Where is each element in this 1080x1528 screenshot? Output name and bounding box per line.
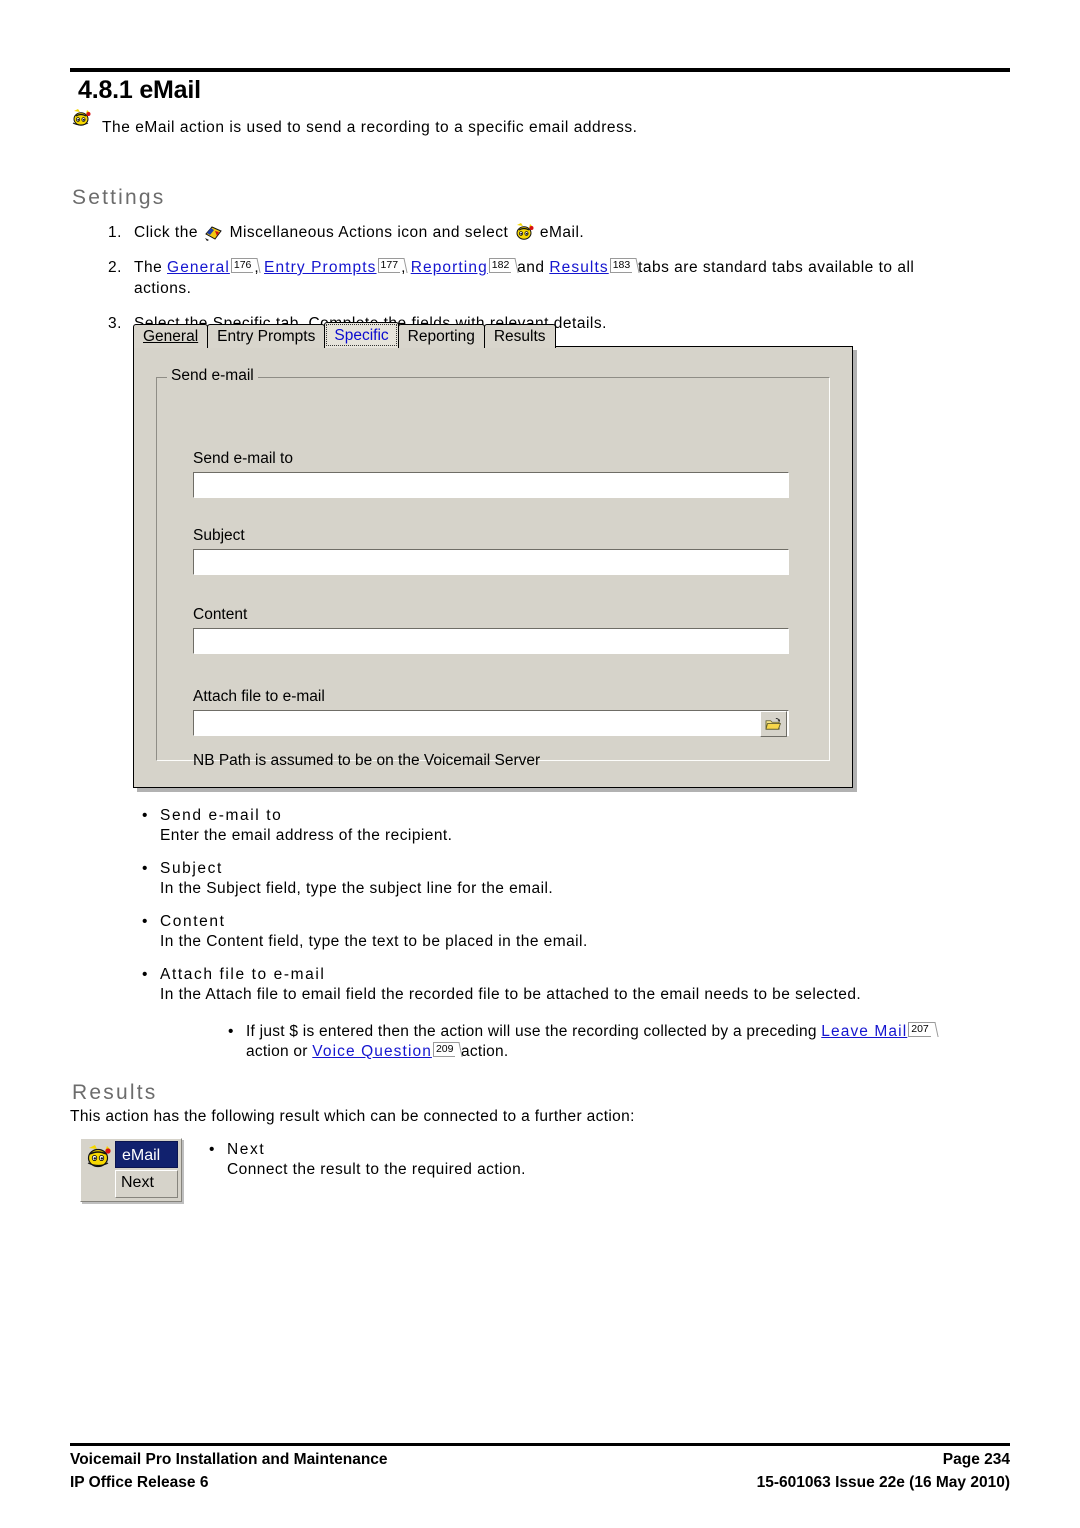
step-1: 1. Click the Miscellaneous Actions icon … [108,222,1008,243]
step-1-pre: Click the [134,224,198,241]
send-email-groupbox: Send e-mail Send e-mail to Subject Conte… [156,367,830,769]
open-folder-icon[interactable] [760,711,787,737]
link-leave-mail[interactable]: Leave Mail [821,1023,907,1040]
link-entry-prompts[interactable]: Entry Prompts [264,259,377,276]
link-voice-question[interactable]: Voice Question [312,1043,432,1060]
bee-email-icon [70,108,92,128]
bullet-next-term: Next [227,1141,266,1158]
pageref-entry-prompts: 177 [377,258,401,273]
bullet-content-term: Content [160,913,226,930]
bullet-dot: • [209,1141,215,1158]
link-results[interactable]: Results [549,259,608,276]
bullet-attach-file-term: Attach file to e-mail [160,966,326,983]
tab-results[interactable]: Results [483,324,556,348]
dialog-tabstrip: General Entry Prompts Specific Reporting… [133,322,556,348]
link-reporting[interactable]: Reporting [411,259,488,276]
pageref-results: 183 [609,258,633,273]
results-bullet-list: • Next Connect the result to the require… [207,1140,807,1193]
bee-email-icon [84,1143,114,1171]
intro-text: The eMail action is used to send a recor… [102,119,638,136]
bee-email-icon [513,222,535,242]
bullet-dot: • [142,913,148,930]
attach-file-input[interactable] [193,710,789,737]
pageref-leave-mail: 207 [908,1022,931,1037]
step-2-pre: The [134,259,163,276]
footer-rule [70,1443,1010,1446]
field-help-list: • Send e-mail to Enter the email address… [140,806,940,1076]
tab-specific[interactable]: Specific [324,322,399,348]
field-content: Content [193,606,789,654]
footer-doc-title: Voicemail Pro Installation and Maintenan… [70,1451,388,1468]
bullet-next: • Next Connect the result to the require… [207,1140,807,1179]
pageref-reporting: 182 [488,258,512,273]
step-1-post: eMail. [539,224,585,241]
miscellaneous-actions-icon [203,222,225,242]
results-heading: Results [72,1081,158,1104]
tab-entry-prompts[interactable]: Entry Prompts [207,324,326,348]
tab-general[interactable]: General [133,324,209,348]
tab-general-label: General [143,328,199,345]
tab-reporting[interactable]: Reporting [397,324,485,348]
field-attach-file: Attach file to e-mail [193,688,789,737]
step-2-line2: actions. [134,280,192,297]
results-intro: This action has the following result whi… [70,1108,635,1125]
step-2-number: 2. [108,259,122,276]
dialog-body: Send e-mail Send e-mail to Subject Conte… [133,346,853,788]
attach-file-note: NB Path is assumed to be on the Voicemai… [193,752,541,769]
bullet-subject-term: Subject [160,860,223,877]
document-page: 4.8.1 eMail The eMail action is used to … [0,0,1080,1528]
step-2-post: tabs are standard tabs available to all [638,259,915,276]
bullet-attach-file-desc: In the Attach file to email field the re… [160,986,862,1003]
email-action-icon-widget: eMail Next [80,1138,182,1202]
bullet-subject-desc: In the Subject field, type the subject l… [160,880,554,897]
send-email-to-input[interactable] [193,472,789,498]
bullet-attach-file: • Attach file to e-mail In the Attach fi… [140,965,940,1062]
bullet-send-email-to-term: Send e-mail to [160,807,283,824]
footer-page-number: Page 234 [942,1451,1010,1468]
bullet-subject: • Subject In the Subject field, type the… [140,859,940,898]
subject-input[interactable] [193,549,789,575]
bullet-dot: • [142,966,148,983]
bullet-next-desc: Connect the result to the required actio… [227,1161,526,1178]
bullet-send-email-to: • Send e-mail to Enter the email address… [140,806,940,845]
step-2-sep3: and [517,259,545,276]
settings-heading: Settings [72,186,166,209]
subject-label: Subject [193,527,245,544]
attach-file-label: Attach file to e-mail [193,688,325,705]
email-action-title: eMail [115,1141,178,1168]
footer-issue: 15-601063 Issue 22e (16 May 2010) [756,1474,1010,1491]
bullet-dot: • [142,807,148,824]
content-label: Content [193,606,248,623]
footer-release: IP Office Release 6 [70,1474,209,1491]
step-3-number: 3. [108,315,122,332]
send-email-to-label: Send e-mail to [193,450,293,467]
step-2: 2. The General176, Entry Prompts177, Rep… [108,257,1008,299]
bullet-content-desc: In the Content field, type the text to b… [160,933,588,950]
step-1-number: 1. [108,224,122,241]
bullet-send-email-to-desc: Enter the email address of the recipient… [160,827,453,844]
content-input[interactable] [193,628,789,654]
subbullet-mid: action or [246,1043,308,1060]
specific-tab-dialog: General Entry Prompts Specific Reporting… [133,322,857,792]
bullet-content: • Content In the Content field, type the… [140,912,940,951]
intro-paragraph: The eMail action is used to send a recor… [70,108,990,137]
page-title: 4.8.1 eMail [78,76,201,104]
link-general[interactable]: General [167,259,230,276]
subbullet-dollar-recording: • If just $ is entered then the action w… [228,1022,940,1062]
email-action-result-next: Next [115,1170,178,1198]
subbullet-pre: If just $ is entered then the action wil… [246,1023,817,1040]
pageref-general: 176 [230,258,254,273]
page-footer: Voicemail Pro Installation and Maintenan… [70,1448,1010,1494]
send-email-groupbox-label: Send e-mail [167,367,258,385]
step-1-mid: Miscellaneous Actions icon and select [229,224,509,241]
field-subject: Subject [193,527,789,575]
field-send-email-to: Send e-mail to [193,450,789,498]
pageref-voice-question: 209 [432,1042,456,1057]
bullet-dot: • [142,860,148,877]
subbullet-post: action. [461,1043,509,1060]
subbullet-dot: • [228,1023,234,1040]
header-rule [70,68,1010,72]
